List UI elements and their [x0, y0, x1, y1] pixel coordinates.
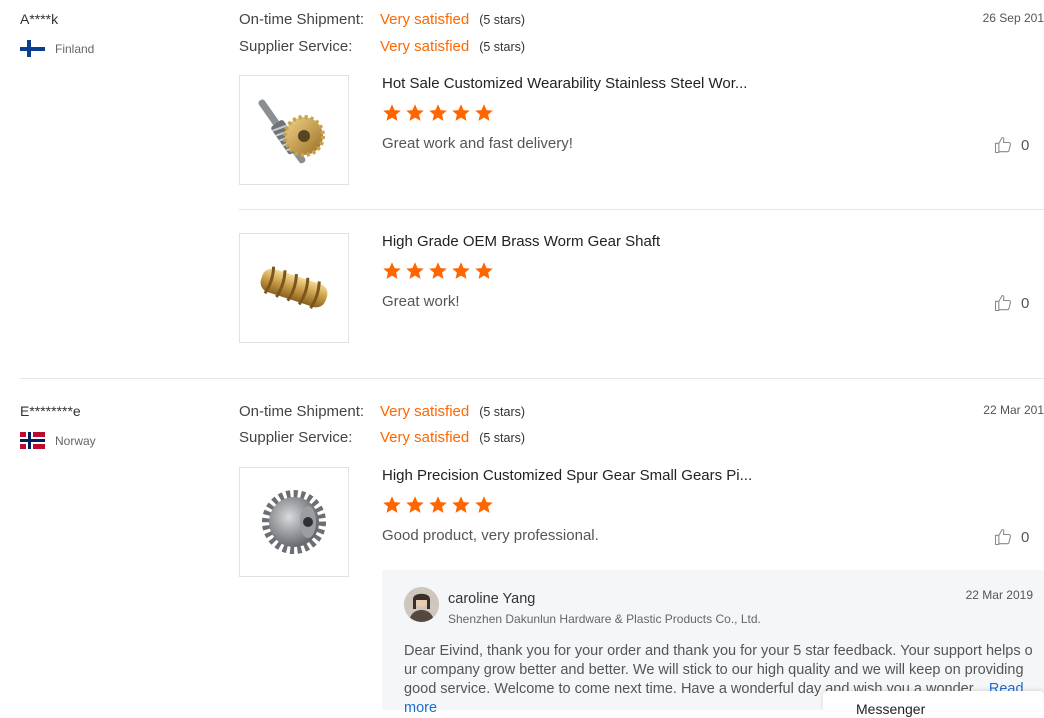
rating-stars-text: (5 stars) [479, 405, 526, 419]
rating-label: On-time Shipment: [239, 11, 365, 28]
product-comment: Great work and fast delivery! [382, 135, 573, 152]
star-icon [406, 104, 424, 121]
star-icon [475, 262, 493, 279]
avatar-icon [404, 587, 439, 622]
rating-supplier-service: Supplier Service: Very satisfied (5 star… [239, 429, 525, 446]
star-icon [475, 104, 493, 121]
like-count: 0 [1021, 136, 1030, 154]
rating-stars-text: (5 stars) [479, 13, 526, 27]
messenger-tab[interactable]: Messenger [823, 691, 1044, 717]
star-icon [383, 104, 401, 121]
thumbs-up-icon [994, 294, 1012, 312]
reply-date: 22 Mar 2019 [965, 588, 1033, 602]
rating-label: Supplier Service: [239, 429, 353, 446]
star-icon [383, 262, 401, 279]
reply-company-name: Shenzhen Dakunlun Hardware & Plastic Pro… [448, 612, 761, 626]
avatar [404, 587, 439, 622]
thumbs-up-icon [994, 528, 1012, 546]
review-date: 26 Sep 201 [982, 11, 1044, 25]
like-count: 0 [1021, 528, 1030, 546]
rating-stars-text: (5 stars) [479, 431, 526, 445]
worm-gear-set-icon [258, 99, 325, 164]
star-icon [452, 104, 470, 121]
product-star-rating [382, 495, 494, 515]
thumbs-up-icon [994, 136, 1012, 154]
rating-label: Supplier Service: [239, 38, 353, 55]
buyer-name: A****k [20, 11, 59, 27]
buyer-country: Norway [20, 432, 96, 449]
norway-flag-icon [20, 432, 45, 449]
rating-label: On-time Shipment: [239, 403, 365, 420]
review-1: A****k Finland On-time Shipment: Very sa… [0, 0, 1044, 380]
rating-stars-text: (5 stars) [479, 40, 526, 54]
star-icon [429, 496, 447, 513]
product-image[interactable] [239, 75, 349, 185]
rating-value: Very satisfied [380, 38, 470, 55]
rating-on-time-shipment: On-time Shipment: Very satisfied (5 star… [239, 403, 525, 420]
rating-on-time-shipment: On-time Shipment: Very satisfied (5 star… [239, 11, 525, 28]
product-comment: Great work! [382, 293, 460, 310]
star-icon [406, 262, 424, 279]
star-icon [406, 496, 424, 513]
product-review: High Grade OEM Brass Worm Gear Shaft Gre… [239, 233, 1044, 345]
country-name: Finland [55, 41, 95, 56]
product-star-rating [382, 261, 494, 281]
country-name: Norway [55, 433, 96, 448]
supplier-reply: caroline Yang Shenzhen Dakunlun Hardware… [382, 570, 1044, 716]
finland-flag-icon [20, 40, 45, 57]
rating-supplier-service: Supplier Service: Very satisfied (5 star… [239, 38, 525, 55]
product-title[interactable]: High Precision Customized Spur Gear Smal… [382, 467, 752, 484]
brass-worm-shaft-icon [260, 266, 328, 309]
product-review: High Precision Customized Spur Gear Smal… [239, 467, 1044, 579]
star-icon [475, 496, 493, 513]
star-icon [429, 104, 447, 121]
product-title[interactable]: High Grade OEM Brass Worm Gear Shaft [382, 233, 660, 250]
like-count: 0 [1021, 294, 1030, 312]
star-icon [452, 262, 470, 279]
product-review: Hot Sale Customized Wearability Stainles… [239, 75, 1044, 187]
rating-value: Very satisfied [380, 403, 470, 420]
product-star-rating [382, 103, 494, 123]
product-image[interactable] [239, 467, 349, 577]
review-divider [20, 378, 1044, 379]
review-date: 22 Mar 201 [983, 403, 1044, 417]
buyer-country: Finland [20, 40, 94, 57]
reply-author-name: caroline Yang [448, 591, 536, 607]
product-image[interactable] [239, 233, 349, 343]
rating-value: Very satisfied [380, 429, 470, 446]
spur-gear-icon [262, 490, 326, 554]
star-icon [383, 496, 401, 513]
buyer-name: E********e [20, 403, 81, 419]
like-button[interactable]: 0 [993, 293, 1029, 313]
product-title[interactable]: Hot Sale Customized Wearability Stainles… [382, 75, 747, 92]
star-icon [429, 262, 447, 279]
product-comment: Good product, very professional. [382, 527, 599, 544]
reply-text: Dear Eivind, thank you for your order an… [404, 643, 1033, 697]
messenger-label: Messenger [856, 701, 926, 717]
star-icon [452, 496, 470, 513]
like-button[interactable]: 0 [993, 527, 1029, 547]
like-button[interactable]: 0 [993, 135, 1029, 155]
rating-value: Very satisfied [380, 11, 470, 28]
product-divider [239, 209, 1044, 210]
